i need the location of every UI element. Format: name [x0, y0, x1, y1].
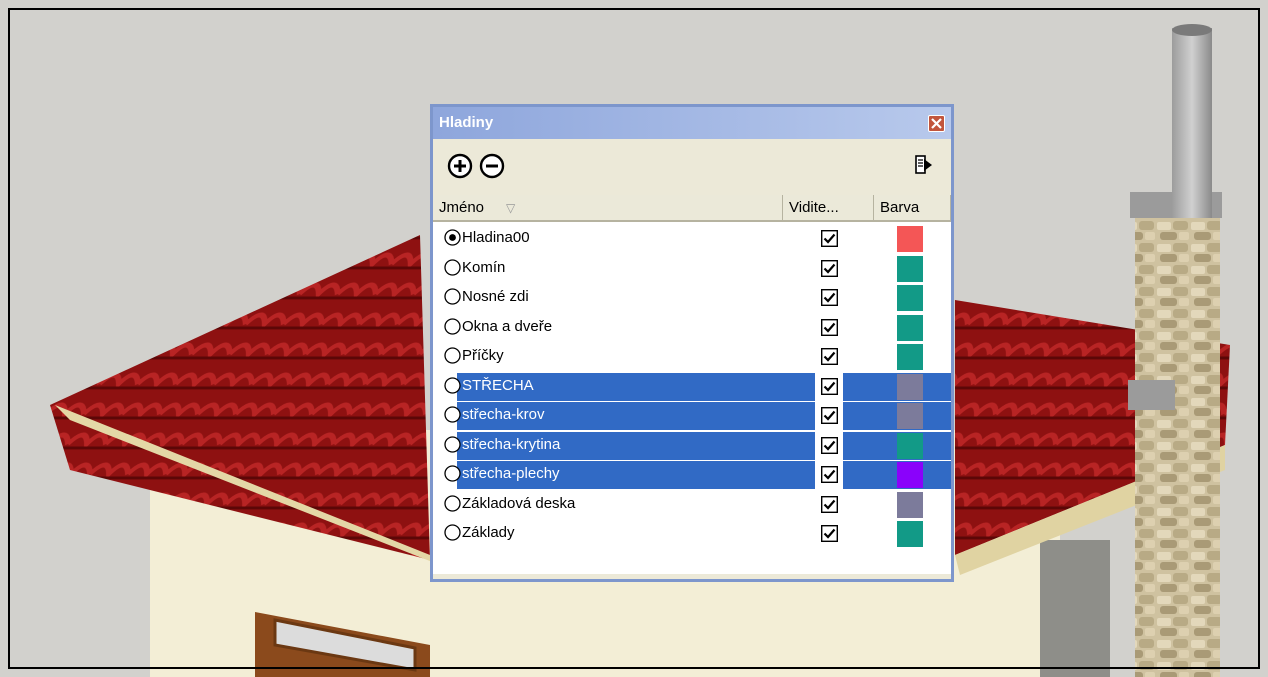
- layer-color-swatch[interactable]: [897, 315, 923, 341]
- layer-name[interactable]: střecha-krov: [462, 406, 545, 423]
- layer-name[interactable]: Komín: [462, 259, 505, 276]
- layer-color-swatch[interactable]: [897, 344, 923, 370]
- sort-arrow-icon: ▽: [506, 201, 516, 215]
- layer-row[interactable]: STŘECHA: [433, 372, 951, 401]
- layer-name[interactable]: Základy: [462, 524, 515, 541]
- visibility-checkbox[interactable]: [821, 348, 838, 365]
- layer-name[interactable]: střecha-krytina: [462, 436, 560, 453]
- layer-row[interactable]: Příčky: [433, 342, 951, 371]
- layers-toolbar: [433, 139, 951, 191]
- layer-radio[interactable]: [444, 495, 461, 512]
- layer-radio[interactable]: [444, 377, 461, 394]
- dialog-title: Hladiny: [439, 114, 494, 131]
- layer-radio[interactable]: [444, 524, 461, 541]
- layer-row[interactable]: střecha-krytina: [433, 431, 951, 460]
- layer-radio[interactable]: [444, 436, 461, 453]
- visibility-checkbox[interactable]: [821, 260, 838, 277]
- visibility-checkbox[interactable]: [821, 289, 838, 306]
- column-color[interactable]: Barva: [874, 195, 951, 221]
- layer-color-swatch[interactable]: [897, 285, 923, 311]
- layer-row[interactable]: Základová deska: [433, 490, 951, 519]
- visibility-checkbox[interactable]: [821, 230, 838, 247]
- column-color-label: Barva: [880, 199, 920, 216]
- plus-circle-icon[interactable]: [446, 152, 474, 180]
- visibility-checkbox[interactable]: [821, 407, 838, 424]
- layer-radio[interactable]: [444, 347, 461, 364]
- visibility-checkbox[interactable]: [821, 496, 838, 513]
- layer-name[interactable]: Nosné zdi: [462, 288, 529, 305]
- layer-row[interactable]: střecha-plechy: [433, 460, 951, 489]
- layer-color-swatch[interactable]: [897, 374, 923, 400]
- layer-row[interactable]: Nosné zdi: [433, 283, 951, 312]
- layer-color-swatch[interactable]: [897, 433, 923, 459]
- layers-column-header: Jméno ▽ Vidite... Barva: [433, 195, 951, 221]
- layer-color-swatch[interactable]: [897, 462, 923, 488]
- visibility-checkbox[interactable]: [821, 437, 838, 454]
- layer-name[interactable]: střecha-plechy: [462, 465, 560, 482]
- details-arrow-icon[interactable]: [913, 153, 941, 181]
- layer-color-swatch[interactable]: [897, 226, 923, 252]
- layer-name[interactable]: Okna a dveře: [462, 318, 552, 335]
- layer-color-swatch[interactable]: [897, 256, 923, 282]
- layer-row[interactable]: Hladina00: [433, 224, 951, 253]
- layer-row[interactable]: střecha-krov: [433, 401, 951, 430]
- layer-radio[interactable]: [444, 318, 461, 335]
- visibility-checkbox[interactable]: [821, 378, 838, 395]
- dialog-titlebar[interactable]: Hladiny: [433, 107, 951, 139]
- layer-name[interactable]: STŘECHA: [462, 377, 534, 394]
- minus-circle-icon[interactable]: [478, 152, 506, 180]
- visibility-checkbox[interactable]: [821, 466, 838, 483]
- layer-color-swatch[interactable]: [897, 492, 923, 518]
- layer-row[interactable]: Komín: [433, 254, 951, 283]
- layer-radio[interactable]: [444, 465, 461, 482]
- column-visible-label: Vidite...: [789, 199, 839, 216]
- visibility-checkbox[interactable]: [821, 319, 838, 336]
- sketchup-window: Hladiny Jméno ▽ Vidite... Barva Hladina0…: [0, 0, 1268, 677]
- column-visible[interactable]: Vidite...: [783, 195, 874, 221]
- close-icon[interactable]: [928, 115, 945, 132]
- layer-radio[interactable]: [444, 259, 461, 276]
- layers-list: Hladina00 Komín Nosné zdi Okna a dveře Příčk…: [433, 221, 951, 574]
- layer-radio[interactable]: [444, 406, 461, 423]
- visibility-checkbox[interactable]: [821, 525, 838, 542]
- layer-row[interactable]: Základy: [433, 519, 951, 548]
- active-layer-radio[interactable]: [444, 229, 461, 246]
- layer-name[interactable]: Základová deska: [462, 495, 575, 512]
- layer-radio[interactable]: [444, 288, 461, 305]
- layers-dialog: Hladiny Jméno ▽ Vidite... Barva Hladina0…: [430, 104, 954, 582]
- layer-name[interactable]: Hladina00: [462, 229, 530, 246]
- column-name[interactable]: Jméno ▽: [433, 195, 783, 221]
- column-name-label: Jméno: [439, 199, 485, 216]
- layer-color-swatch[interactable]: [897, 521, 923, 547]
- layer-name[interactable]: Příčky: [462, 347, 504, 364]
- layer-row[interactable]: Okna a dveře: [433, 313, 951, 342]
- layer-color-swatch[interactable]: [897, 403, 923, 429]
